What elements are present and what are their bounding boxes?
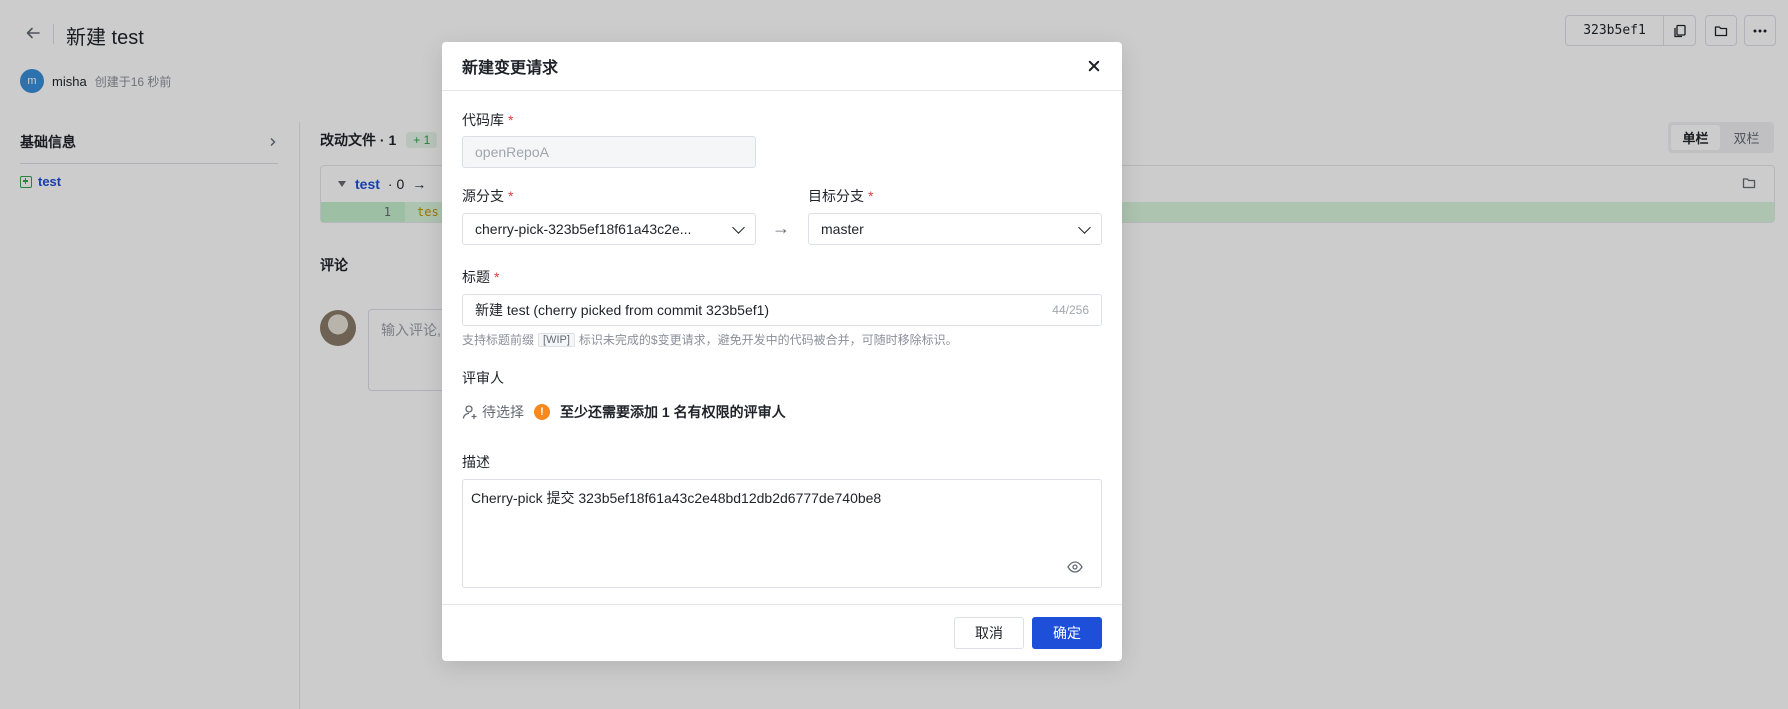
required-mark: * — [868, 188, 874, 204]
target-branch-select[interactable]: master — [808, 213, 1102, 245]
title-char-counter: 44/256 — [1052, 303, 1089, 317]
add-reviewer-button[interactable]: 待选择 — [462, 402, 524, 422]
hint-suffix: 标识未完成的$变更请求，避免开发中的代码被合并，可随时移除标识。 — [578, 333, 958, 347]
target-branch-label-text: 目标分支 — [808, 188, 864, 204]
target-branch-value: master — [821, 221, 864, 237]
title-hint: 支持标题前缀 [WIP] 标识未完成的$变更请求，避免开发中的代码被合并，可随时… — [462, 331, 958, 348]
wip-tag: [WIP] — [538, 332, 575, 347]
confirm-button[interactable]: 确定 — [1032, 617, 1102, 649]
repo-field: openRepoA — [462, 136, 756, 168]
title-value: 新建 test (cherry picked from commit 323b5… — [475, 302, 770, 318]
warning-icon: ! — [534, 404, 550, 420]
new-change-request-dialog: 新建变更请求 代码库 * openRepoA 源分支 * cherry-pick-3… — [442, 42, 1122, 661]
title-label-text: 标题 — [462, 269, 490, 285]
source-branch-value: cherry-pick-323b5ef18f61a43c2e... — [475, 221, 692, 237]
title-label: 标题 * — [462, 267, 499, 287]
required-mark: * — [508, 188, 514, 204]
required-mark: * — [494, 269, 500, 285]
preview-eye-icon[interactable] — [1067, 561, 1083, 573]
source-branch-label-text: 源分支 — [462, 188, 504, 204]
close-icon[interactable] — [1086, 58, 1102, 74]
source-branch-label: 源分支 * — [462, 186, 513, 206]
reviewer-row: 待选择 ! 至少还需要添加 1 名有权限的评审人 — [462, 402, 786, 422]
target-branch-label: 目标分支 * — [808, 186, 873, 206]
cancel-button[interactable]: 取消 — [954, 617, 1024, 649]
required-mark: * — [508, 112, 514, 128]
title-input[interactable]: 新建 test (cherry picked from commit 323b5… — [462, 294, 1102, 326]
reviewer-label: 评审人 — [462, 370, 504, 386]
description-label: 描述 — [462, 454, 490, 470]
chevron-down-icon — [732, 220, 745, 234]
user-add-icon — [462, 405, 477, 419]
repo-label-text: 代码库 — [462, 112, 504, 128]
description-textarea[interactable]: Cherry-pick 提交 323b5ef18f61a43c2e48bd12d… — [462, 479, 1102, 588]
source-branch-select[interactable]: cherry-pick-323b5ef18f61a43c2e... — [462, 213, 756, 245]
repo-value: openRepoA — [475, 144, 549, 160]
branch-arrow-icon: → — [772, 218, 790, 238]
chevron-down-icon — [1078, 220, 1091, 234]
repo-label: 代码库 * — [462, 110, 513, 130]
dialog-title: 新建变更请求 — [462, 60, 559, 77]
dialog-footer: 取消 确定 — [442, 604, 1122, 661]
hint-prefix: 支持标题前缀 — [462, 333, 535, 347]
dialog-header: 新建变更请求 — [442, 42, 1122, 91]
reviewer-warning: 至少还需要添加 1 名有权限的评审人 — [560, 404, 786, 420]
description-value: Cherry-pick 提交 323b5ef18f61a43c2e48bd12d… — [471, 490, 882, 506]
reviewer-pending-text: 待选择 — [482, 404, 524, 420]
